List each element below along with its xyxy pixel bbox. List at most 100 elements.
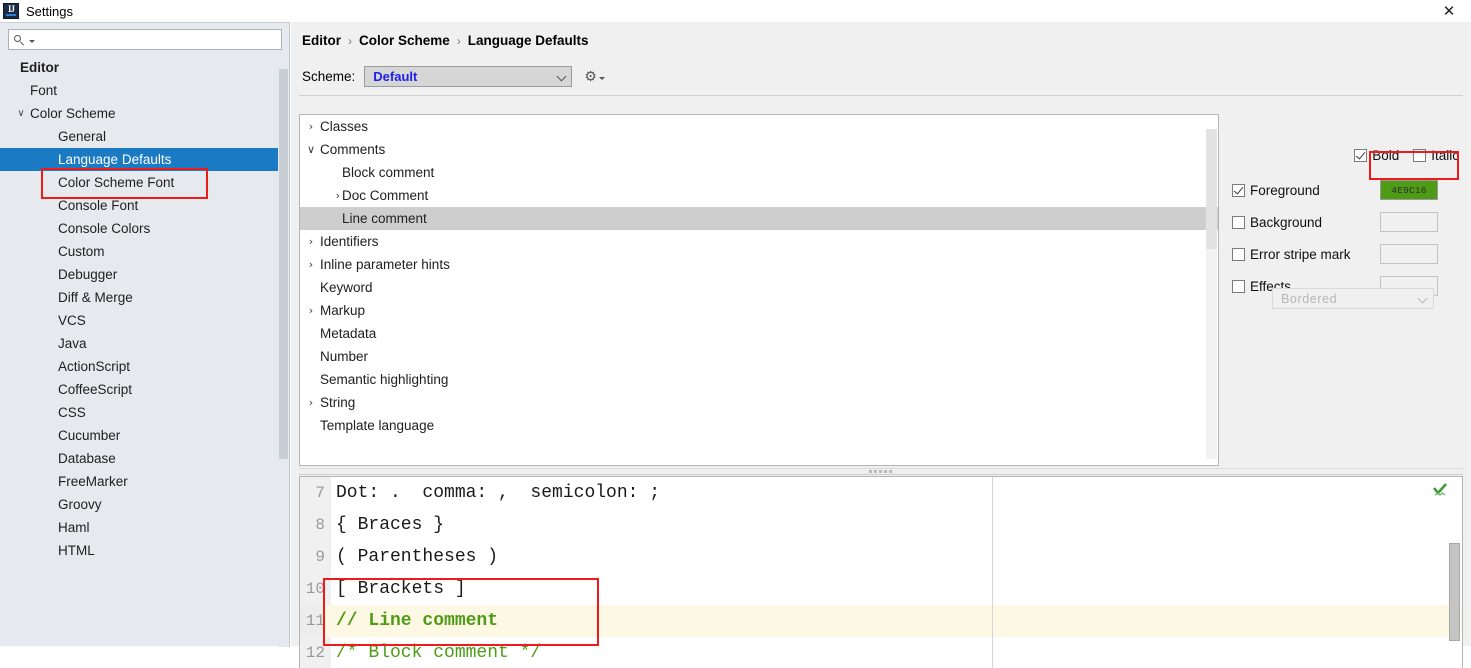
sidebar-item-actionscript[interactable]: ActionScript [0, 355, 290, 378]
chevron-down-icon [558, 72, 567, 81]
foreground-color-swatch[interactable]: 4E9C16 [1380, 180, 1438, 200]
sidebar-search-wrap [0, 23, 290, 54]
attribute-item-metadata[interactable]: Metadata [300, 322, 1218, 345]
chevron-down-icon [598, 77, 605, 80]
color-preview-editor[interactable]: 7 Dot: . comma: , semicolon: ; 8 { Braces }… [299, 476, 1463, 668]
sidebar-item-java[interactable]: Java [0, 332, 290, 355]
sidebar-tree: Editor Font ∨ Color Scheme General Language D… [0, 56, 290, 562]
attribute-item-doc-comment[interactable]: › Doc Comment [300, 184, 1218, 207]
scheme-select[interactable]: Default [364, 66, 573, 87]
attribute-item-classes[interactable]: › Classes [300, 115, 1218, 138]
attribute-item-label: Metadata [320, 326, 377, 341]
background-color-swatch[interactable] [1380, 212, 1438, 232]
attribute-item-template-language[interactable]: Template language [300, 414, 1218, 437]
sidebar-scrollbar-thumb[interactable] [279, 69, 288, 459]
attribute-item-comments[interactable]: ∨ Comments [300, 138, 1218, 161]
chevron-right-icon[interactable]: › [300, 189, 340, 202]
attribute-options-panel: Bold Italic Foreground 4E9C16 Background [1227, 114, 1463, 466]
attribute-item-label: Line comment [342, 211, 427, 226]
sidebar-item-console-colors[interactable]: Console Colors [0, 217, 290, 240]
chevron-right-icon[interactable]: › [300, 235, 318, 248]
italic-checkbox[interactable]: Italic [1413, 148, 1459, 163]
sidebar-item-label: Diff & Merge [58, 290, 133, 305]
chevron-right-icon[interactable]: › [300, 396, 318, 409]
attribute-item-markup[interactable]: › Markup [300, 299, 1218, 322]
sidebar-item-label: CSS [58, 405, 86, 420]
sidebar-item-label: HTML [58, 543, 95, 558]
attribute-item-label: Identifiers [320, 234, 379, 249]
sidebar-item-general[interactable]: General [0, 125, 290, 148]
color-attributes-tree: › Classes ∨ Comments Block comment › Doc Comme… [299, 114, 1219, 466]
sidebar-item-coffeescript[interactable]: CoffeeScript [0, 378, 290, 401]
color-attributes-list: › Classes ∨ Comments Block comment › Doc Comme… [300, 115, 1218, 437]
code-text: { Braces } [336, 515, 445, 535]
attribute-item-semantic-highlighting[interactable]: Semantic highlighting [300, 368, 1218, 391]
sidebar-item-html[interactable]: HTML [0, 539, 290, 562]
attribute-item-keyword[interactable]: Keyword [300, 276, 1218, 299]
gear-icon: ⚙ [584, 68, 597, 85]
sidebar-item-label: Cucumber [58, 428, 121, 443]
breadcrumb-item[interactable]: Editor [302, 33, 341, 48]
sidebar-item-color-scheme[interactable]: ∨ Color Scheme [0, 102, 290, 125]
chevron-down-icon[interactable]: ∨ [300, 143, 318, 156]
editor-code-lines: 7 Dot: . comma: , semicolon: ; 8 { Braces }… [300, 477, 1462, 668]
chevron-right-icon[interactable]: › [300, 258, 318, 271]
checkbox-box [1354, 149, 1368, 162]
breadcrumb-item[interactable]: Language Defaults [468, 33, 589, 48]
checkbox-box [1232, 247, 1245, 261]
background-checkbox[interactable]: Background [1232, 215, 1380, 230]
effect-type-select[interactable]: Bordered [1272, 288, 1434, 309]
attribute-item-line-comment[interactable]: Line comment [300, 207, 1218, 230]
error-stripe-checkbox[interactable]: Error stripe mark [1232, 247, 1380, 262]
sidebar-item-freemarker[interactable]: FreeMarker [0, 470, 290, 493]
scheme-selected-value: Default [373, 69, 418, 84]
sidebar-item-css[interactable]: CSS [0, 401, 290, 424]
sidebar-item-label: Java [58, 336, 87, 351]
attribute-item-label: Number [320, 349, 369, 364]
search-box[interactable] [8, 29, 282, 50]
attribute-item-identifiers[interactable]: › Identifiers [300, 230, 1218, 253]
sidebar-item-haml[interactable]: Haml [0, 516, 290, 539]
sidebar-item-cucumber[interactable]: Cucumber [0, 424, 290, 447]
attribute-item-label: Block comment [342, 165, 435, 180]
window-title: Settings [26, 3, 73, 19]
scheme-settings-button[interactable]: ⚙ [584, 70, 605, 84]
sidebar-item-groovy[interactable]: Groovy [0, 493, 290, 516]
sidebar-item-language-defaults[interactable]: Language Defaults [0, 148, 290, 171]
checkbox-box [1232, 215, 1245, 229]
chevron-down-icon[interactable]: ∨ [14, 108, 28, 119]
header-divider [299, 95, 1463, 96]
settings-sidebar: Editor Font ∨ Color Scheme General Language D… [0, 22, 290, 647]
attribute-item-inline-parameter-hints[interactable]: › Inline parameter hints [300, 253, 1218, 276]
breadcrumb-item[interactable]: Color Scheme [359, 33, 450, 48]
code-text: // Line comment [336, 611, 499, 631]
breadcrumb: Editor › Color Scheme › Language Defaults [302, 33, 589, 48]
attributes-scrollbar-thumb[interactable] [1206, 129, 1217, 249]
sidebar-item-debugger[interactable]: Debugger [0, 263, 290, 286]
attribute-item-string[interactable]: › String [300, 391, 1218, 414]
foreground-checkbox[interactable]: Foreground [1232, 183, 1380, 198]
sidebar-item-database[interactable]: Database [0, 447, 290, 470]
background-label: Background [1250, 214, 1323, 230]
editor-scrollbar-thumb[interactable] [1449, 543, 1460, 641]
sidebar-item-label: Debugger [58, 267, 118, 282]
search-input[interactable] [35, 31, 277, 48]
attribute-item-number[interactable]: Number [300, 345, 1218, 368]
sidebar-item-custom[interactable]: Custom [0, 240, 290, 263]
close-icon[interactable]: ✕ [1437, 0, 1461, 22]
checkbox-box [1232, 279, 1245, 293]
attribute-item-block-comment[interactable]: Block comment [300, 161, 1218, 184]
panel-splitter[interactable]: ▪▪▪▪▪ [299, 468, 1463, 475]
bold-checkbox[interactable]: Bold [1354, 148, 1399, 163]
sidebar-item-console-font[interactable]: Console Font [0, 194, 290, 217]
sidebar-item-diff-merge[interactable]: Diff & Merge [0, 286, 290, 309]
sidebar-item-editor[interactable]: Editor [0, 56, 290, 79]
sidebar-item-color-scheme-font[interactable]: Color Scheme Font [0, 171, 290, 194]
error-stripe-color-swatch[interactable] [1380, 244, 1438, 264]
sidebar-item-vcs[interactable]: VCS [0, 309, 290, 332]
sidebar-item-font[interactable]: Font [0, 79, 290, 102]
chevron-right-icon[interactable]: › [300, 120, 318, 133]
green-check-icon[interactable] [1432, 482, 1448, 498]
intellij-idea-icon: IJ [3, 3, 19, 19]
chevron-right-icon[interactable]: › [300, 304, 318, 317]
